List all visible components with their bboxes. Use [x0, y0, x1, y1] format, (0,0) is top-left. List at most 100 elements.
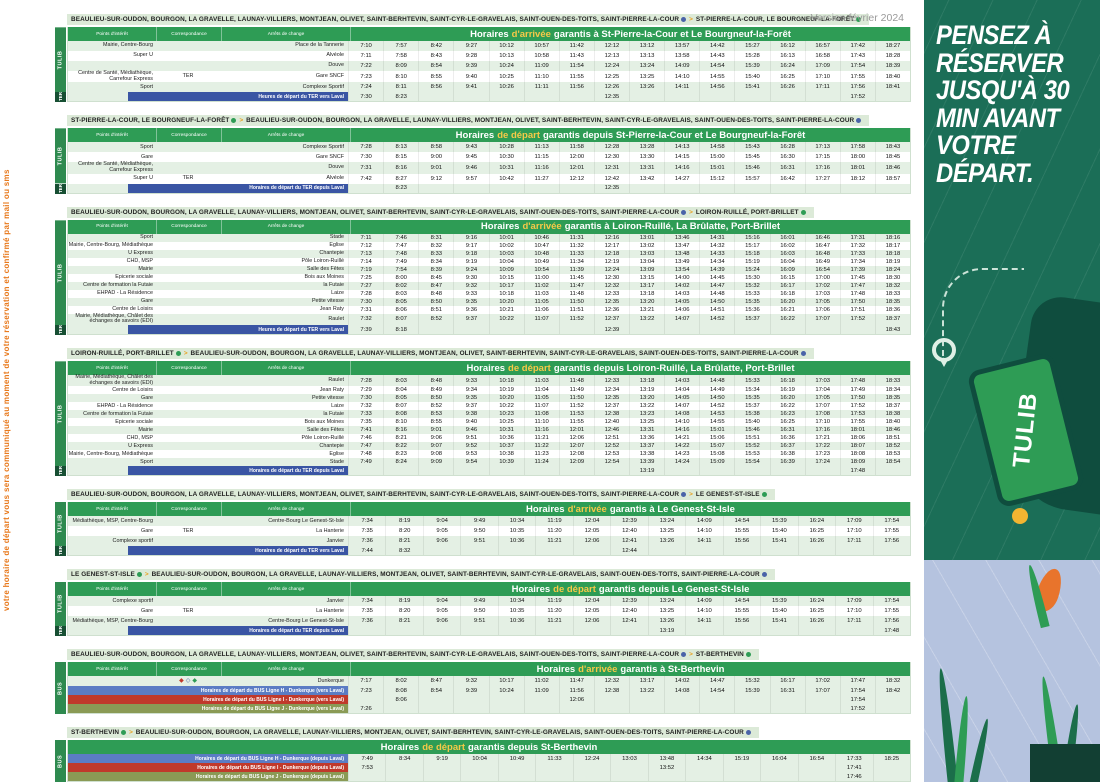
time-cell: 8:51 — [418, 306, 453, 314]
time-cell: 16:31 — [770, 426, 805, 434]
time-cell: 13:22 — [629, 402, 664, 410]
time-cell: 7:48 — [383, 250, 418, 258]
time-cell: 11:56 — [559, 686, 594, 695]
time-cell: 13:47 — [664, 242, 699, 250]
time-cell — [524, 466, 559, 475]
timetable: Points d'intérêtCorrespondanceArrêts de … — [67, 220, 911, 335]
time-cell: 9:05 — [423, 606, 460, 616]
time-cell — [760, 763, 797, 772]
stop-cell: la Futaie — [220, 282, 348, 290]
time-cell: 16:03 — [770, 250, 805, 258]
header-prefix: Horaires — [456, 130, 495, 141]
time-cell: 9:04 — [423, 516, 460, 526]
time-cell: 16:12 — [770, 41, 805, 51]
timetable-row: Douve7:228:098:549:3910:2411:0911:5412:2… — [68, 61, 910, 71]
time-cell: 17:22 — [805, 442, 840, 450]
connection-row: Heures de départ du TER vers Laval7:308:… — [68, 92, 910, 101]
connection-row: Horaires de départ du BUS Ligne J - Dunk… — [68, 772, 910, 781]
connection-row: Horaires de départ du BUS Ligne I - Dunk… — [68, 763, 910, 772]
time-cell: 10:24 — [489, 61, 524, 71]
time-cell: 7:47 — [383, 242, 418, 250]
time-cell: 17:51 — [840, 306, 875, 314]
time-cell: 16:13 — [770, 51, 805, 61]
time-cell: 12:24 — [594, 61, 629, 71]
time-cell: 13:22 — [629, 686, 664, 695]
time-cell: 11:56 — [559, 82, 594, 92]
time-cell — [559, 325, 594, 334]
time-cell: 8:06 — [383, 306, 418, 314]
guaranteed-times-header: Horairesd'arrivéegarantis à Le Genest-St… — [351, 502, 910, 516]
time-cell: 7:25 — [348, 274, 383, 282]
header-suffix: garantis depuis St-Pierre-la-Cour et Le … — [543, 130, 805, 141]
route-to-label: ST-BERTHEVIN — [694, 651, 744, 658]
time-cell: 17:56 — [873, 536, 910, 546]
time-cell: 8:23 — [383, 450, 418, 458]
correspondance-cell — [156, 536, 220, 546]
time-cell: 14:00 — [664, 274, 699, 282]
stop-cell: Raulet — [220, 375, 348, 386]
time-cell: 12:04 — [573, 596, 610, 606]
time-grid: 7:428:279:129:5710:4211:2712:1212:4213:4… — [348, 174, 910, 184]
time-cell: 9:36 — [453, 306, 488, 314]
column-header-poi: Points d'intérêt — [68, 361, 157, 375]
time-cell: 17:21 — [805, 434, 840, 442]
stop-cell: Douve — [220, 162, 348, 173]
connection-label: Horaires de départ du TER depuis Laval — [128, 184, 348, 193]
connection-label: Horaires de départ du TER depuis Laval — [128, 626, 348, 635]
route-dot-icon — [746, 652, 751, 657]
time-cell: 8:42 — [418, 41, 453, 51]
time-cell: 10:25 — [489, 418, 524, 426]
correspondance-cell — [156, 386, 220, 394]
stop-cell: Pôle Loiron-Ruillé — [220, 434, 348, 442]
time-cell: 13:28 — [629, 142, 664, 152]
time-grid: 7:338:088:539:3810:2311:0811:5312:3813:2… — [348, 410, 910, 418]
route-from-label: BEAULIEU-SUR-OUDON, BOURGON, LA GRAVELLE… — [71, 491, 679, 498]
time-cell: 12:46 — [594, 426, 629, 434]
section-body: TULIBTERPoints d'intérêtCorrespondanceAr… — [55, 27, 911, 102]
time-cell: 16:04 — [770, 258, 805, 266]
time-cell: 14:45 — [699, 274, 734, 282]
route-dot-icon — [681, 652, 686, 657]
time-cell: 15:43 — [734, 142, 769, 152]
time-cell — [699, 695, 734, 704]
side-mode-label: TER — [55, 325, 66, 335]
time-cell: 14:13 — [664, 142, 699, 152]
side-mode-label: TER — [55, 92, 66, 102]
time-cell: 9:32 — [453, 676, 488, 686]
timetable-row: Centre de formation la Futaiela Futaie7:… — [68, 282, 910, 290]
column-header-arrets: Arrêts de change — [222, 662, 351, 676]
time-cell: 8:00 — [383, 274, 418, 282]
correspondance-cell: TER — [156, 174, 220, 184]
timetable-row: Complexe sportifJanvier7:368:219:069:511… — [68, 536, 910, 546]
time-cell: 14:54 — [699, 61, 734, 71]
time-cell — [348, 184, 383, 193]
time-grid: 7:117:468:319:1610:0110:4611:3112:1613:0… — [348, 234, 910, 242]
time-cell: 17:24 — [805, 458, 840, 466]
time-cell: 12:24 — [573, 754, 610, 763]
time-cell — [699, 184, 734, 193]
time-cell: 16:25 — [770, 418, 805, 426]
time-cell — [385, 772, 422, 781]
time-grid: 7:298:048:499:3410:1911:0411:4912:3413:1… — [348, 386, 910, 394]
time-grid: 7:368:219:069:5110:3611:2112:0612:4113:2… — [348, 616, 910, 626]
time-cell: 12:39 — [594, 325, 629, 334]
time-cell: 11:52 — [559, 314, 594, 325]
time-cell: 9:30 — [453, 274, 488, 282]
time-cell: 11:05 — [524, 298, 559, 306]
time-cell — [524, 704, 559, 713]
timetable-row: Complexe sportifJanvier7:348:199:049:491… — [68, 596, 910, 606]
time-grid: 7:288:138:589:4310:2811:1311:5812:2813:2… — [348, 142, 910, 152]
time-cell: 11:20 — [535, 606, 572, 616]
time-cell: 11:34 — [559, 258, 594, 266]
header-highlight: de départ — [422, 742, 465, 753]
time-cell: 17:48 — [873, 626, 910, 635]
column-header-correspondance: Correspondance — [157, 502, 222, 516]
time-cell: 17:50 — [840, 394, 875, 402]
timetable-row: Centre de Santé, Médiathèque, Carrefour … — [68, 71, 910, 82]
poi-cell: EHPAD - La Résidence — [68, 290, 156, 298]
time-cell: 8:56 — [418, 82, 453, 92]
column-header-poi: Points d'intérêt — [68, 220, 157, 234]
header-highlight: de départ — [508, 363, 551, 374]
header-suffix: garantis à Loiron-Ruillé, La Brûlatte, P… — [565, 221, 780, 232]
time-cell — [805, 466, 840, 475]
